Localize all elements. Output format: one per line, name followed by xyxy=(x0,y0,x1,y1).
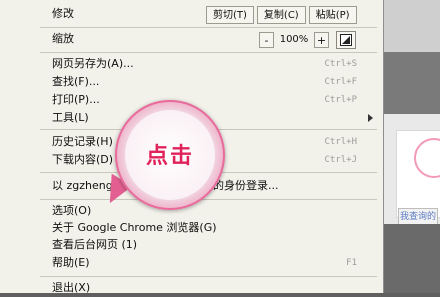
separator xyxy=(40,276,377,277)
print-item[interactable]: 打印(P)... xyxy=(52,91,100,109)
click-callout: 点击 xyxy=(115,100,225,210)
sign-in-item-suffix[interactable]: 的身份登录... xyxy=(213,177,279,195)
find-item[interactable]: 查找(F)... xyxy=(52,73,99,91)
separator xyxy=(40,199,377,200)
edit-label: 修改 xyxy=(52,7,74,20)
history-shortcut: Ctrl+H xyxy=(324,137,357,147)
downloads-shortcut: Ctrl+J xyxy=(324,155,357,165)
print-shortcut: Ctrl+P xyxy=(324,95,357,105)
history-item[interactable]: 历史记录(H) xyxy=(52,133,113,151)
separator xyxy=(40,27,377,28)
background-lower xyxy=(384,224,440,293)
paste-button[interactable]: 粘贴(P) xyxy=(308,6,357,24)
background-pages-item[interactable]: 查看后台网页 (1) xyxy=(52,236,137,254)
save-page-as-item[interactable]: 网页另存为(A)... xyxy=(52,55,134,73)
help-item[interactable]: 帮助(E) xyxy=(52,254,90,272)
tools-item[interactable]: 工具(L) xyxy=(52,109,89,127)
separator xyxy=(40,52,377,53)
exit-item[interactable]: 退出(X) xyxy=(52,279,90,297)
fullscreen-icon xyxy=(340,34,352,46)
callout-text: 点击 xyxy=(145,144,194,169)
background-band xyxy=(384,52,440,114)
save-shortcut: Ctrl+S xyxy=(324,59,357,69)
options-item[interactable]: 选项(O) xyxy=(52,202,91,220)
zoom-in-button[interactable]: + xyxy=(314,32,329,48)
zoom-level: 100% xyxy=(279,34,309,45)
edit-button-group: 剪切(T) 复制(C) 粘贴(P) xyxy=(206,6,357,24)
about-chrome-item[interactable]: 关于 Google Chrome 浏览器(G) xyxy=(52,219,217,237)
help-shortcut: F1 xyxy=(346,258,357,268)
downloads-item[interactable]: 下载内容(D) xyxy=(52,151,113,169)
fullscreen-button[interactable] xyxy=(336,31,356,49)
find-shortcut: Ctrl+F xyxy=(324,77,357,87)
zoom-label: 缩放 xyxy=(52,32,74,45)
zoom-controls: - 100% + xyxy=(259,31,356,49)
zoom-out-button[interactable]: - xyxy=(259,32,274,48)
submenu-arrow-icon xyxy=(368,114,373,122)
copy-button[interactable]: 复制(C) xyxy=(256,6,306,24)
cut-button[interactable]: 剪切(T) xyxy=(206,6,254,24)
